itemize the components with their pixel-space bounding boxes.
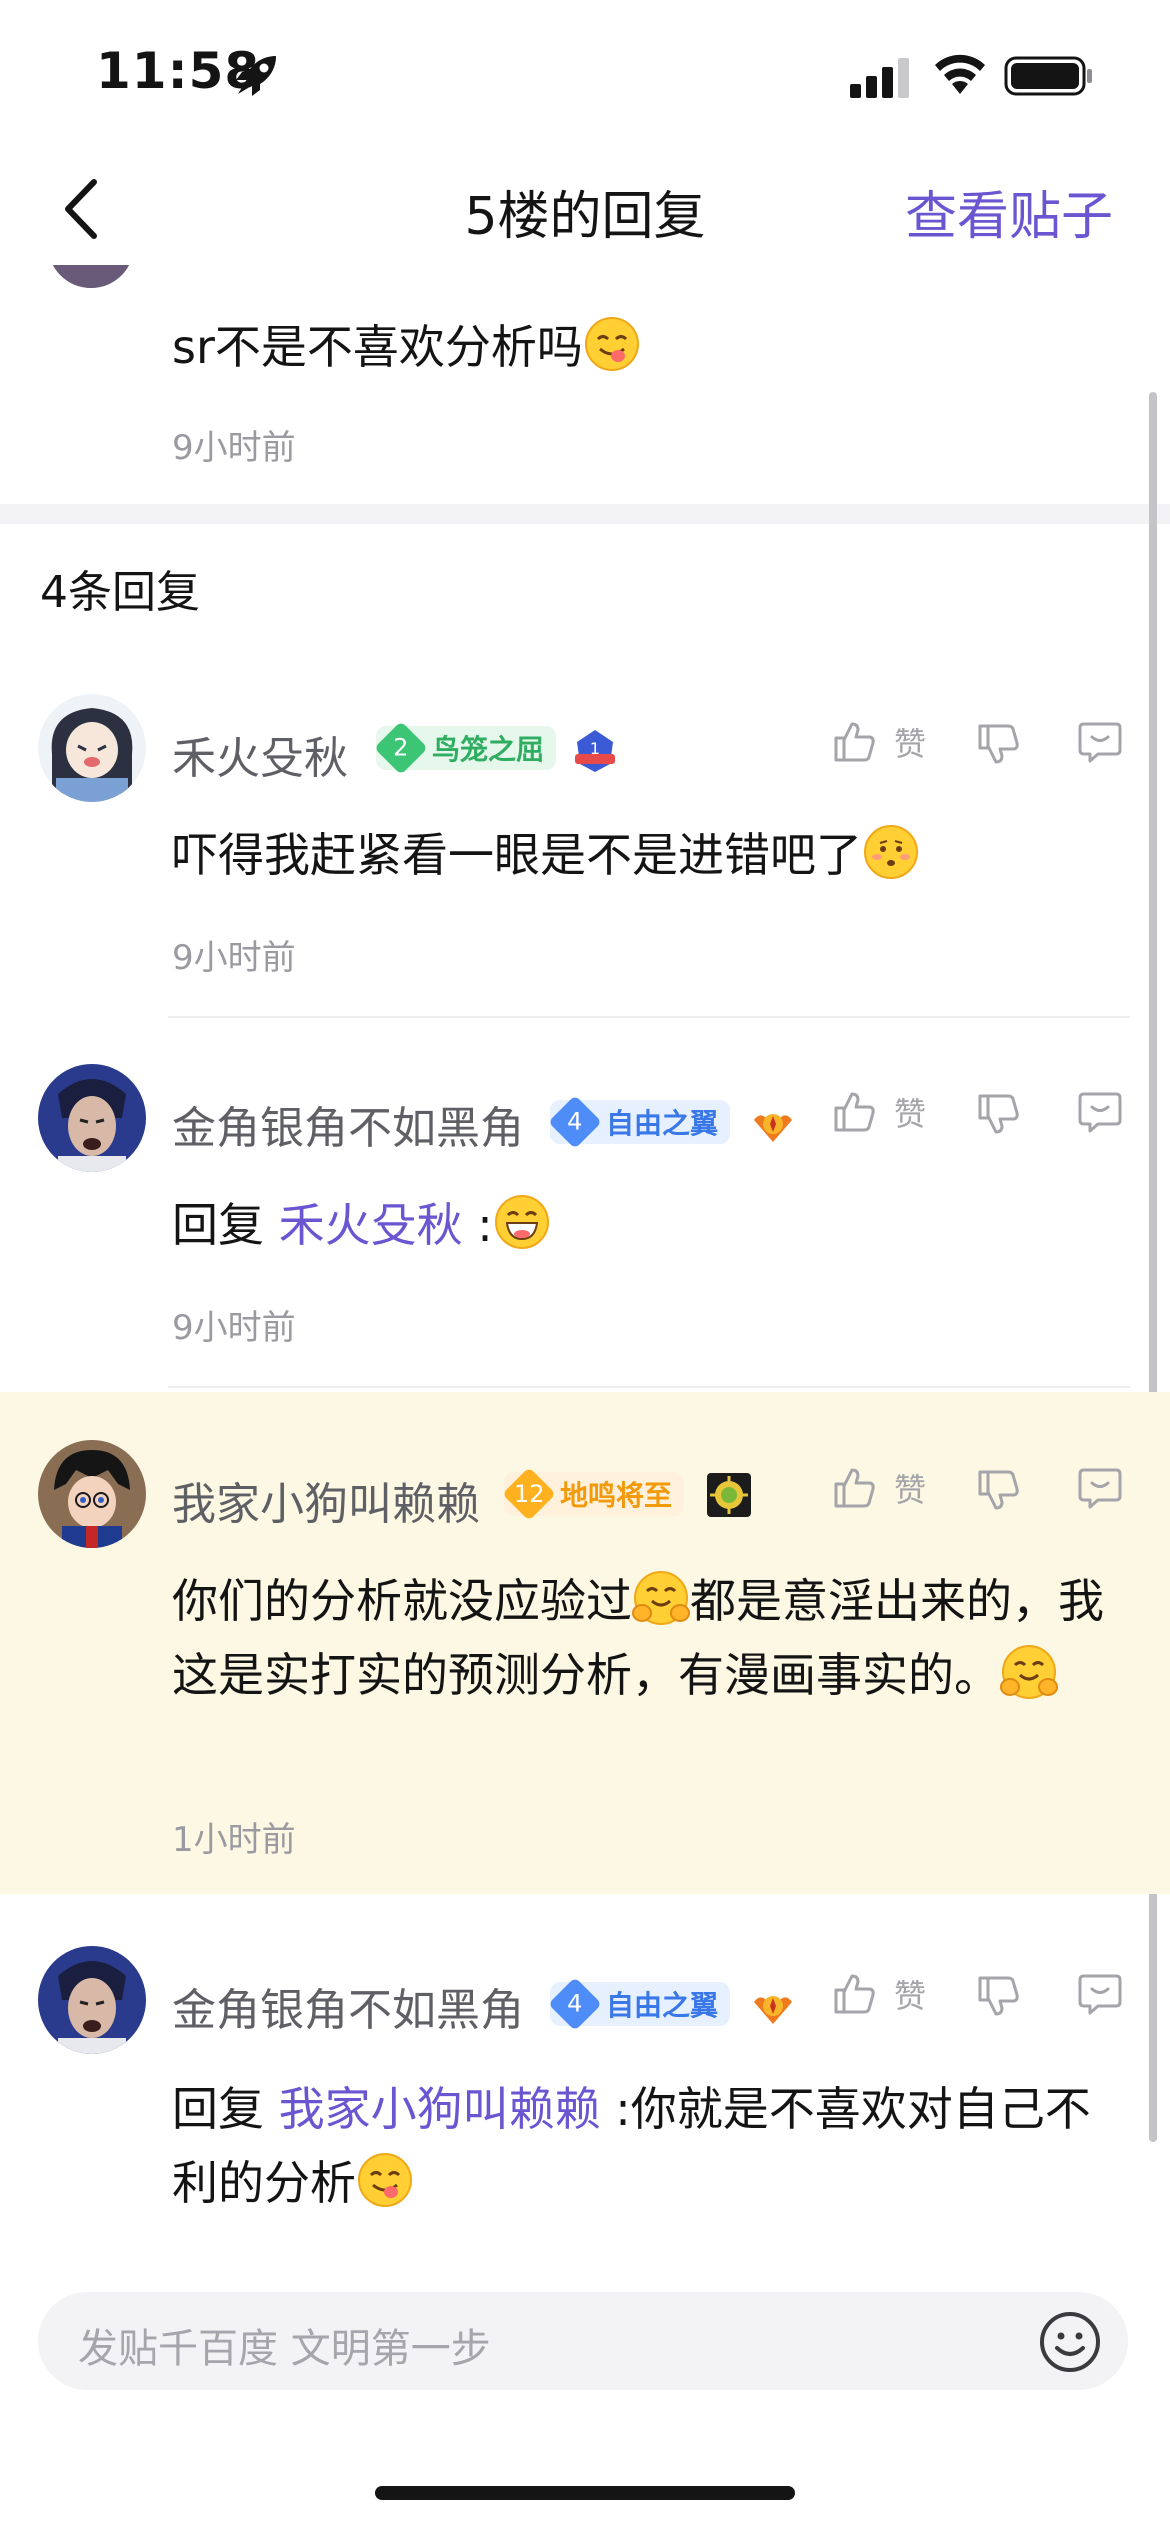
reply-thread-screen: 11:58 5楼的回复 查看贴子 sr不是不喜欢分析吗 9小时前 4条回复 禾火…	[0, 0, 1170, 2532]
comment-text: 吓得我赶紧看一眼是不是进错吧了	[172, 818, 920, 892]
username[interactable]: 金角银角不如黑角	[172, 1092, 524, 1156]
hugging-emoji-icon	[1000, 1645, 1058, 1699]
thumbs-up-icon	[834, 722, 875, 762]
avatar[interactable]	[38, 1946, 146, 2054]
comment-item: 金角银角不如黑角 4 自由之翼 赞 回复 禾火殳秋 : 9小时前	[0, 1020, 1170, 1390]
thumbs-down-icon[interactable]	[974, 1972, 1022, 2020]
level-number: 2	[374, 721, 428, 775]
like-label: 赞	[894, 1977, 927, 2015]
level-number: 12	[502, 1467, 556, 1521]
avatar[interactable]	[38, 1064, 146, 1172]
thumbs-down-icon[interactable]	[974, 1466, 1022, 1514]
level-badge: 12 地鸣将至	[502, 1467, 685, 1521]
divider	[168, 1386, 1130, 1388]
anxious-emoji-icon	[864, 825, 918, 879]
comment-text: 回复 我家小狗叫赖赖 :你就是不喜欢对自己不利的分析	[172, 2082, 1091, 2210]
hugging-emoji-icon	[632, 1571, 690, 1625]
top-post-time: 9小时前	[172, 428, 296, 468]
comment-item-highlighted: 我家小狗叫赖赖 12 地鸣将至 赞 你们的分析就没应验过 都是意淫出来的，我这是实…	[0, 1392, 1170, 1894]
sun-medal-icon	[707, 1473, 751, 1517]
level-number: 4	[548, 1977, 602, 2031]
like-label: 赞	[894, 725, 927, 763]
thumbs-up-icon	[834, 1092, 875, 1132]
grinning-emoji-icon	[494, 1195, 549, 1249]
yum-emoji-icon	[358, 2153, 412, 2207]
level-name: 自由之翼	[606, 1107, 719, 1140]
like-button[interactable]: 赞	[830, 718, 926, 766]
like-button[interactable]: 赞	[830, 1464, 926, 1512]
comment-item: 禾火殳秋 2 鸟笼之屈 1 赞 吓得我赶紧看一眼是不是进错吧了 9小时前	[0, 650, 1170, 1020]
yum-emoji-icon	[584, 317, 639, 371]
thumbs-down-icon[interactable]	[974, 1090, 1022, 1138]
level-name: 地鸣将至	[560, 1479, 673, 1512]
view-post-link[interactable]: 查看贴子	[905, 174, 1113, 249]
like-button[interactable]: 赞	[830, 1970, 926, 2018]
thumbs-up-icon	[834, 1974, 875, 2014]
emoji-picker-icon[interactable]	[1038, 2310, 1102, 2374]
comment-time: 1小时前	[172, 1820, 296, 1860]
reply-count: 4条回复	[40, 567, 200, 618]
comment-text: 你们的分析就没应验过 都是意淫出来的，我这是实打实的预测分析，有漫画事实的。	[172, 1564, 1132, 1712]
level-name: 自由之翼	[606, 1989, 719, 2022]
comment-time: 9小时前	[172, 938, 296, 978]
mentioned-user-link[interactable]: 我家小狗叫赖赖	[279, 2082, 601, 2136]
thumbs-up-icon	[834, 1468, 875, 1508]
like-button[interactable]: 赞	[830, 1088, 926, 1136]
username[interactable]: 金角银角不如黑角	[172, 1974, 524, 2038]
battery-icon	[1004, 56, 1092, 96]
like-label: 赞	[894, 1471, 927, 1509]
top-post-text: sr不是不喜欢分析吗	[172, 310, 641, 384]
section-separator	[0, 504, 1170, 524]
divider	[168, 1016, 1130, 1018]
avatar[interactable]	[38, 1440, 146, 1548]
wings-medal-icon	[754, 1996, 792, 2024]
level-number: 4	[548, 1095, 602, 1149]
wings-medal-icon	[754, 1114, 792, 1142]
home-indicator[interactable]	[375, 2486, 795, 2500]
comment-text: 回复 禾火殳秋 :	[172, 1188, 551, 1262]
username[interactable]: 禾火殳秋	[172, 722, 348, 786]
level-name: 鸟笼之屈	[432, 733, 545, 766]
input-placeholder: 发贴千百度 文明第一步	[78, 2326, 491, 2372]
reply-comment-icon[interactable]	[1076, 1464, 1124, 1512]
mentioned-user-link[interactable]: 禾火殳秋	[279, 1198, 463, 1252]
comment-input[interactable]: 发贴千百度 文明第一步	[38, 2292, 1128, 2390]
reply-comment-icon[interactable]	[1076, 1088, 1124, 1136]
reply-comment-icon[interactable]	[1076, 1970, 1124, 2018]
comment-time: 9小时前	[172, 1308, 296, 1348]
username[interactable]: 我家小狗叫赖赖	[172, 1468, 480, 1532]
comment-item: 金角银角不如黑角 4 自由之翼 赞 回复 我家小狗叫赖赖 :你就是不喜欢对自己不…	[0, 1894, 1170, 2250]
rank-medal-icon: 1	[575, 730, 615, 772]
like-label: 赞	[894, 1095, 927, 1133]
thumbs-down-icon[interactable]	[974, 720, 1022, 768]
status-bar: 11:58	[0, 0, 1170, 150]
avatar[interactable]	[38, 694, 146, 802]
rocket-icon	[236, 56, 276, 96]
svg-text:1: 1	[590, 739, 600, 758]
level-badge: 4 自由之翼	[548, 1095, 731, 1149]
wifi-icon	[935, 54, 985, 94]
reply-comment-icon[interactable]	[1076, 718, 1124, 766]
cellular-signal-icon	[850, 58, 909, 98]
level-badge: 4 自由之翼	[548, 1977, 731, 2031]
navigation-bar: 5楼的回复 查看贴子	[0, 150, 1170, 265]
level-badge: 2 鸟笼之屈	[374, 721, 557, 775]
